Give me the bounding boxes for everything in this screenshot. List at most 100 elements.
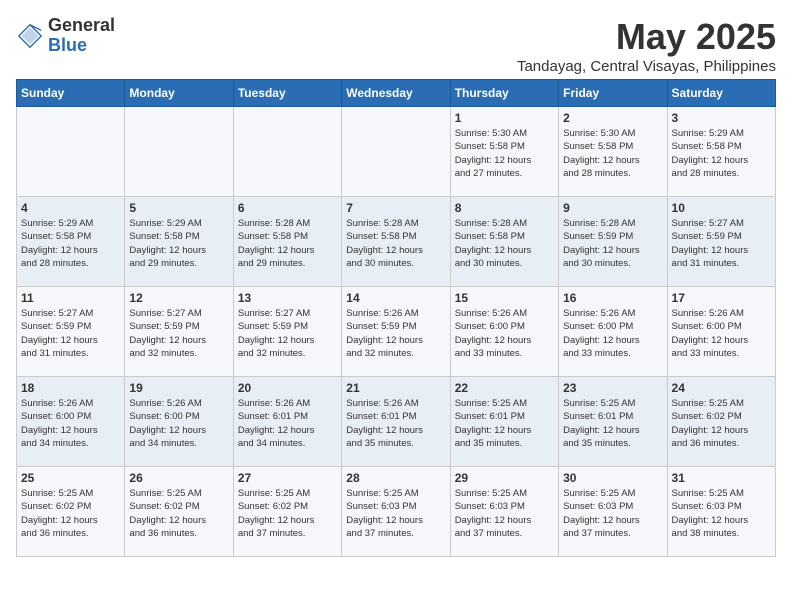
day-info: Sunrise: 5:28 AMSunset: 5:58 PMDaylight:… — [238, 217, 337, 270]
day-number: 23 — [563, 381, 662, 395]
day-number: 19 — [129, 381, 228, 395]
day-number: 8 — [455, 201, 554, 215]
day-info: Sunrise: 5:25 AMSunset: 6:01 PMDaylight:… — [455, 397, 554, 450]
calendar-cell: 9 Sunrise: 5:28 AMSunset: 5:59 PMDaylight… — [559, 197, 667, 287]
header-row: SundayMondayTuesdayWednesdayThursdayFrid… — [17, 80, 776, 107]
calendar-cell — [125, 107, 233, 197]
day-info: Sunrise: 5:25 AMSunset: 6:03 PMDaylight:… — [563, 487, 662, 540]
day-info: Sunrise: 5:25 AMSunset: 6:03 PMDaylight:… — [346, 487, 445, 540]
day-info: Sunrise: 5:27 AMSunset: 5:59 PMDaylight:… — [238, 307, 337, 360]
week-row-5: 25Sunrise: 5:25 AMSunset: 6:02 PMDayligh… — [17, 467, 776, 557]
day-info: Sunrise: 5:26 AMSunset: 6:01 PMDaylight:… — [238, 397, 337, 450]
day-number: 9 — [563, 201, 662, 215]
calendar-cell: 21Sunrise: 5:26 AMSunset: 6:01 PMDayligh… — [342, 377, 450, 467]
day-number: 3 — [672, 111, 771, 125]
day-info: Sunrise: 5:25 AMSunset: 6:02 PMDaylight:… — [238, 487, 337, 540]
calendar-cell: 1 Sunrise: 5:30 AMSunset: 5:58 PMDaylight… — [450, 107, 558, 197]
day-number: 31 — [672, 471, 771, 485]
day-number: 2 — [563, 111, 662, 125]
day-number: 7 — [346, 201, 445, 215]
logo-icon — [16, 22, 44, 50]
day-info: Sunrise: 5:26 AMSunset: 6:00 PMDaylight:… — [21, 397, 120, 450]
day-info: Sunrise: 5:25 AMSunset: 6:03 PMDaylight:… — [455, 487, 554, 540]
day-number: 1 — [455, 111, 554, 125]
calendar-cell: 8Sunrise: 5:28 AMSunset: 5:58 PMDaylight… — [450, 197, 558, 287]
day-number: 16 — [563, 291, 662, 305]
calendar-cell: 15Sunrise: 5:26 AMSunset: 6:00 PMDayligh… — [450, 287, 558, 377]
logo: General Blue — [16, 16, 115, 56]
week-row-3: 11 Sunrise: 5:27 AMSunset: 5:59 PMDayligh… — [17, 287, 776, 377]
day-info: Sunrise: 5:25 AMSunset: 6:02 PMDaylight:… — [21, 487, 120, 540]
day-info: Sunrise: 5:26 AMSunset: 5:59 PMDaylight:… — [346, 307, 445, 360]
day-info: Sunrise: 5:29 AMSunset: 5:58 PMDaylight:… — [21, 217, 120, 270]
week-row-1: 1 Sunrise: 5:30 AMSunset: 5:58 PMDaylight… — [17, 107, 776, 197]
week-row-4: 18Sunrise: 5:26 AMSunset: 6:00 PMDayligh… — [17, 377, 776, 467]
header-monday: Monday — [125, 80, 233, 107]
day-info: Sunrise: 5:27 AMSunset: 5:59 PMDaylight:… — [672, 217, 771, 270]
day-info: Sunrise: 5:27 AMSunset: 5:59 PMDaylight:… — [129, 307, 228, 360]
calendar-cell: 10 Sunrise: 5:27 AMSunset: 5:59 PMDayligh… — [667, 197, 775, 287]
calendar-cell — [342, 107, 450, 197]
calendar-cell: 22 Sunrise: 5:25 AMSunset: 6:01 PMDayligh… — [450, 377, 558, 467]
day-number: 11 — [21, 291, 120, 305]
day-number: 13 — [238, 291, 337, 305]
calendar-cell: 19Sunrise: 5:26 AMSunset: 6:00 PMDayligh… — [125, 377, 233, 467]
header-thursday: Thursday — [450, 80, 558, 107]
calendar-cell: 30Sunrise: 5:25 AMSunset: 6:03 PMDayligh… — [559, 467, 667, 557]
day-info: Sunrise: 5:29 AMSunset: 5:58 PMDaylight:… — [129, 217, 228, 270]
logo-text: General Blue — [48, 16, 115, 56]
calendar-cell: 7 Sunrise: 5:28 AMSunset: 5:58 PMDaylight… — [342, 197, 450, 287]
calendar-cell: 11 Sunrise: 5:27 AMSunset: 5:59 PMDayligh… — [17, 287, 125, 377]
calendar-cell: 20 Sunrise: 5:26 AMSunset: 6:01 PMDayligh… — [233, 377, 341, 467]
day-info: Sunrise: 5:28 AMSunset: 5:59 PMDaylight:… — [563, 217, 662, 270]
day-number: 28 — [346, 471, 445, 485]
day-number: 14 — [346, 291, 445, 305]
day-info: Sunrise: 5:29 AMSunset: 5:58 PMDaylight:… — [672, 127, 771, 180]
month-title: May 2025 — [517, 16, 776, 58]
calendar-cell: 17 Sunrise: 5:26 AMSunset: 6:00 PMDayligh… — [667, 287, 775, 377]
header-friday: Friday — [559, 80, 667, 107]
calendar-cell: 23Sunrise: 5:25 AMSunset: 6:01 PMDayligh… — [559, 377, 667, 467]
calendar-cell: 16 Sunrise: 5:26 AMSunset: 6:00 PMDayligh… — [559, 287, 667, 377]
day-number: 24 — [672, 381, 771, 395]
title-block: May 2025 Tandayag, Central Visayas, Phil… — [517, 16, 776, 75]
calendar-cell: 26Sunrise: 5:25 AMSunset: 6:02 PMDayligh… — [125, 467, 233, 557]
day-info: Sunrise: 5:26 AMSunset: 6:00 PMDaylight:… — [563, 307, 662, 360]
calendar-cell: 13 Sunrise: 5:27 AMSunset: 5:59 PMDayligh… — [233, 287, 341, 377]
calendar-cell — [17, 107, 125, 197]
calendar-cell: 4Sunrise: 5:29 AMSunset: 5:58 PMDaylight… — [17, 197, 125, 287]
calendar-cell: 24 Sunrise: 5:25 AMSunset: 6:02 PMDayligh… — [667, 377, 775, 467]
calendar-cell: 25Sunrise: 5:25 AMSunset: 6:02 PMDayligh… — [17, 467, 125, 557]
header-wednesday: Wednesday — [342, 80, 450, 107]
day-number: 17 — [672, 291, 771, 305]
calendar-cell — [233, 107, 341, 197]
header-sunday: Sunday — [17, 80, 125, 107]
calendar-cell: 31 Sunrise: 5:25 AMSunset: 6:03 PMDayligh… — [667, 467, 775, 557]
day-number: 6 — [238, 201, 337, 215]
day-number: 29 — [455, 471, 554, 485]
day-info: Sunrise: 5:25 AMSunset: 6:03 PMDaylight:… — [672, 487, 771, 540]
calendar-cell: 6 Sunrise: 5:28 AMSunset: 5:58 PMDaylight… — [233, 197, 341, 287]
calendar-cell: 12 Sunrise: 5:27 AMSunset: 5:59 PMDayligh… — [125, 287, 233, 377]
calendar-cell: 2 Sunrise: 5:30 AMSunset: 5:58 PMDaylight… — [559, 107, 667, 197]
calendar-table: SundayMondayTuesdayWednesdayThursdayFrid… — [16, 79, 776, 557]
logo-blue-text: Blue — [48, 36, 115, 56]
day-info: Sunrise: 5:25 AMSunset: 6:02 PMDaylight:… — [129, 487, 228, 540]
calendar-cell: 27 Sunrise: 5:25 AMSunset: 6:02 PMDayligh… — [233, 467, 341, 557]
day-number: 21 — [346, 381, 445, 395]
day-info: Sunrise: 5:25 AMSunset: 6:02 PMDaylight:… — [672, 397, 771, 450]
day-number: 27 — [238, 471, 337, 485]
day-info: Sunrise: 5:28 AMSunset: 5:58 PMDaylight:… — [346, 217, 445, 270]
day-number: 12 — [129, 291, 228, 305]
day-info: Sunrise: 5:30 AMSunset: 5:58 PMDaylight:… — [455, 127, 554, 180]
day-info: Sunrise: 5:26 AMSunset: 6:00 PMDaylight:… — [672, 307, 771, 360]
day-number: 20 — [238, 381, 337, 395]
day-number: 22 — [455, 381, 554, 395]
day-number: 10 — [672, 201, 771, 215]
page-header: General Blue May 2025 Tandayag, Central … — [16, 16, 776, 75]
calendar-cell: 18Sunrise: 5:26 AMSunset: 6:00 PMDayligh… — [17, 377, 125, 467]
calendar-cell: 5Sunrise: 5:29 AMSunset: 5:58 PMDaylight… — [125, 197, 233, 287]
day-info: Sunrise: 5:27 AMSunset: 5:59 PMDaylight:… — [21, 307, 120, 360]
day-info: Sunrise: 5:30 AMSunset: 5:58 PMDaylight:… — [563, 127, 662, 180]
calendar-cell: 14 Sunrise: 5:26 AMSunset: 5:59 PMDayligh… — [342, 287, 450, 377]
